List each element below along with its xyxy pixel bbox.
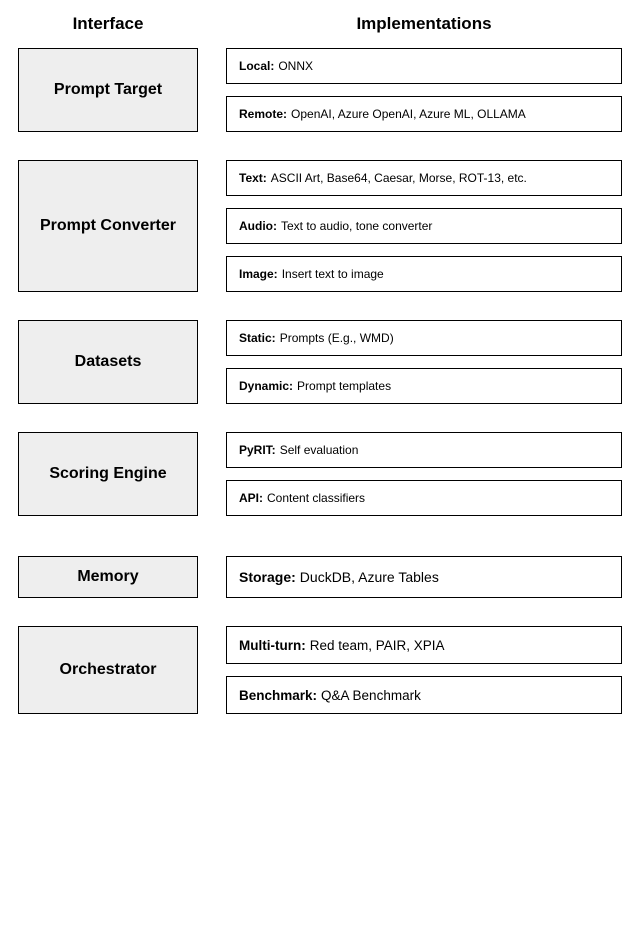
impl-label: Remote: [239,107,287,121]
impl-value: Prompts (E.g., WMD) [280,331,394,345]
impl-value: Self evaluation [280,443,359,457]
interface-box-memory: Memory [18,556,198,598]
interface-box-orchestrator: Orchestrator [18,626,198,714]
interface-label: Prompt Target [54,80,162,100]
interface-box-prompt-converter: Prompt Converter [18,160,198,292]
impl-label: Text: [239,171,267,185]
impl-value: Insert text to image [282,267,384,281]
impl-label: Storage: [239,569,296,585]
impl-box: Remote: OpenAI, Azure OpenAI, Azure ML, … [226,96,622,132]
impl-label: Dynamic: [239,379,293,393]
implementations-header: Implementations [226,14,622,34]
interface-label: Memory [77,567,138,587]
interface-label: Orchestrator [60,660,157,680]
impl-group-orchestrator: Multi-turn: Red team, PAIR, XPIA Benchma… [226,626,622,714]
impl-value: Prompt templates [297,379,391,393]
impl-label: Multi-turn: [239,638,306,653]
impl-value: Q&A Benchmark [321,688,421,703]
impl-group-prompt-target: Local: ONNX Remote: OpenAI, Azure OpenAI… [226,48,622,132]
impl-box: Audio: Text to audio, tone converter [226,208,622,244]
impl-label: Benchmark: [239,688,317,703]
impl-group-datasets: Static: Prompts (E.g., WMD) Dynamic: Pro… [226,320,622,404]
interface-box-datasets: Datasets [18,320,198,404]
diagram-container: Interface Prompt Target Prompt Converter… [18,14,622,714]
impl-group-scoring-engine: PyRIT: Self evaluation API: Content clas… [226,432,622,516]
impl-box: Multi-turn: Red team, PAIR, XPIA [226,626,622,664]
impl-value: ONNX [278,59,313,73]
impl-box: Storage: DuckDB, Azure Tables [226,556,622,598]
impl-box: Dynamic: Prompt templates [226,368,622,404]
impl-value: Red team, PAIR, XPIA [310,638,445,653]
impl-label: Local: [239,59,274,73]
impl-label: Image: [239,267,278,281]
impl-value: Content classifiers [267,491,365,505]
interface-header: Interface [18,14,198,34]
impl-group-memory: Storage: DuckDB, Azure Tables [226,556,622,598]
impl-box: Image: Insert text to image [226,256,622,292]
impl-label: Static: [239,331,276,345]
interface-label: Prompt Converter [40,216,176,236]
impl-label: PyRIT: [239,443,276,457]
impl-value: OpenAI, Azure OpenAI, Azure ML, OLLAMA [291,107,526,121]
impl-box: Text: ASCII Art, Base64, Caesar, Morse, … [226,160,622,196]
interface-box-scoring-engine: Scoring Engine [18,432,198,516]
impl-value: DuckDB, Azure Tables [300,569,439,585]
interface-box-prompt-target: Prompt Target [18,48,198,132]
impl-label: API: [239,491,263,505]
interface-label: Scoring Engine [49,464,166,484]
impl-box: PyRIT: Self evaluation [226,432,622,468]
impl-box: Benchmark: Q&A Benchmark [226,676,622,714]
interface-label: Datasets [75,352,142,372]
impl-value: Text to audio, tone converter [281,219,432,233]
impl-value: ASCII Art, Base64, Caesar, Morse, ROT-13… [271,171,527,185]
impl-label: Audio: [239,219,277,233]
impl-box: Static: Prompts (E.g., WMD) [226,320,622,356]
implementations-column: Implementations Local: ONNX Remote: Open… [226,14,622,714]
interface-column: Interface Prompt Target Prompt Converter… [18,14,198,714]
impl-box: Local: ONNX [226,48,622,84]
impl-box: API: Content classifiers [226,480,622,516]
impl-group-prompt-converter: Text: ASCII Art, Base64, Caesar, Morse, … [226,160,622,292]
